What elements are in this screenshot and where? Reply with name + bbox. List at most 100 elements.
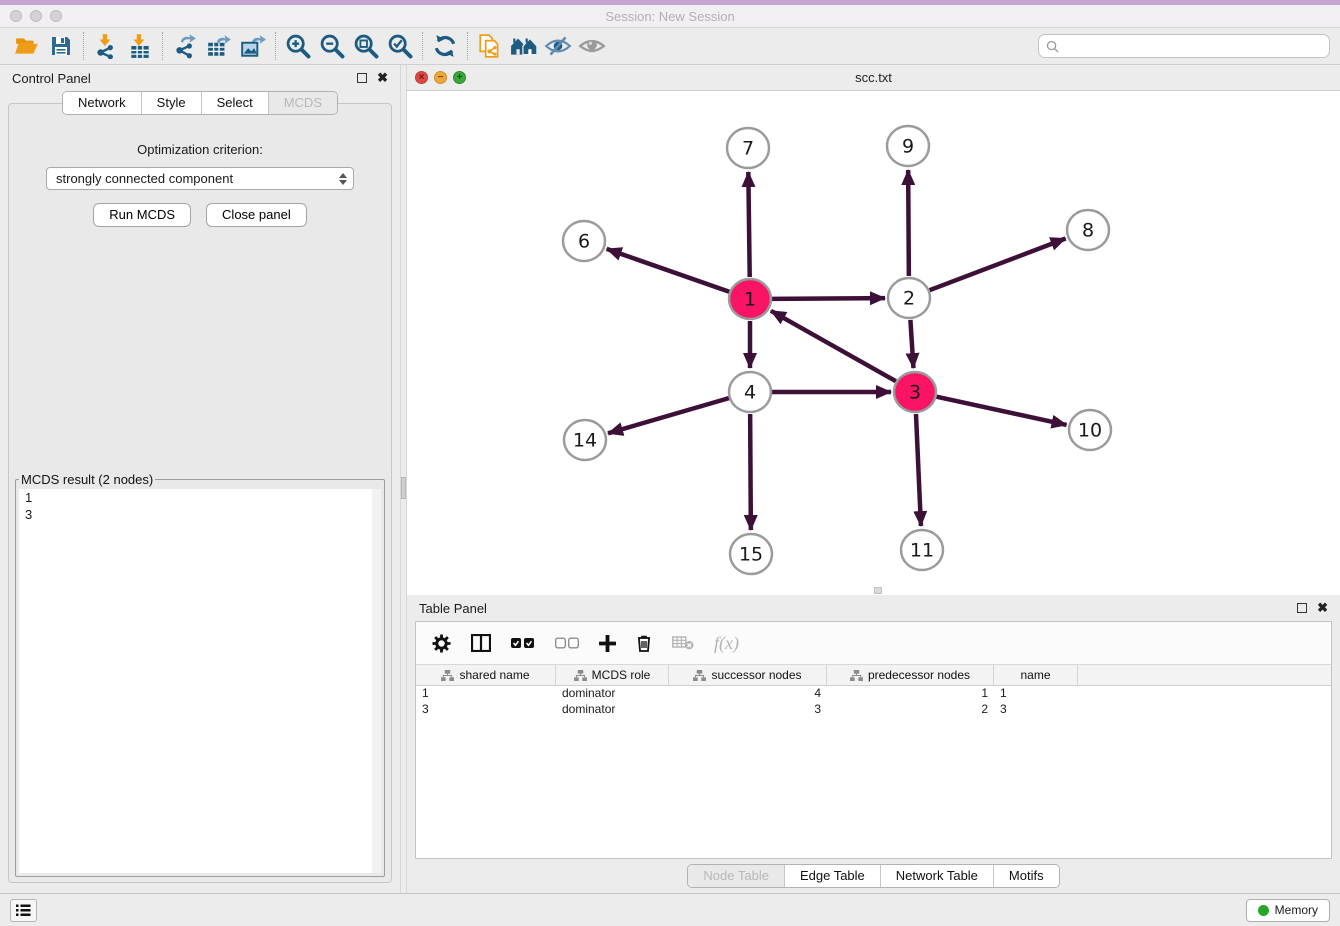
tab-mcds[interactable]: MCDS: [268, 92, 337, 114]
table-row[interactable]: 1dominator411: [416, 686, 1331, 702]
result-item[interactable]: 3: [19, 506, 381, 523]
result-list-scrollbar[interactable]: [372, 489, 381, 873]
export-image-button[interactable]: [236, 31, 270, 61]
graph-edge-2-3[interactable]: [910, 320, 913, 368]
table-cell[interactable]: dominator: [556, 686, 669, 702]
zoom-fit-button[interactable]: [349, 31, 383, 61]
graph-node-14[interactable]: 14: [564, 420, 606, 460]
close-panel-button[interactable]: Close panel: [206, 203, 307, 227]
graph-node-8[interactable]: 8: [1067, 210, 1109, 250]
apply-layout-button[interactable]: [428, 31, 462, 61]
graph-node-2[interactable]: 2: [888, 278, 930, 318]
select-all-columns-button[interactable]: [511, 637, 535, 649]
fit-columns-button[interactable]: [471, 634, 491, 652]
graph-node-3[interactable]: 3: [894, 372, 936, 412]
graph-node-9[interactable]: 9: [887, 126, 929, 166]
import-network-button[interactable]: [89, 31, 123, 61]
save-session-button[interactable]: [44, 31, 78, 61]
run-mcds-button[interactable]: Run MCDS: [93, 203, 191, 227]
graph-edge-1-2[interactable]: [772, 298, 885, 299]
graph-edge-4-14[interactable]: [608, 398, 729, 433]
graph-edge-1-7[interactable]: [748, 172, 749, 277]
graph-edge-3-10[interactable]: [936, 397, 1066, 425]
column-header-label: predecessor nodes: [868, 668, 970, 682]
delete-columns-button[interactable]: [636, 634, 652, 652]
session-title: Session: New Session: [0, 9, 1340, 24]
memory-button[interactable]: Memory: [1246, 899, 1330, 922]
graph-node-10[interactable]: 10: [1069, 410, 1111, 450]
show-graphics-details-button[interactable]: [575, 31, 609, 61]
canvas-resize-handle[interactable]: [874, 587, 882, 594]
export-table-button[interactable]: [202, 31, 236, 61]
graph-edge-2-9[interactable]: [908, 170, 909, 276]
graph-node-6[interactable]: 6: [563, 221, 605, 261]
zoom-in-button[interactable]: [281, 31, 315, 61]
graph-edge-3-11[interactable]: [916, 414, 921, 526]
column-header-mcds-role[interactable]: MCDS role: [556, 665, 669, 685]
criterion-dropdown[interactable]: strongly connected component: [46, 167, 354, 190]
svg-text:6: 6: [578, 231, 590, 253]
network-canvas[interactable]: 1 2 3 4 6 7 8 9 10 11 14 15: [407, 91, 1340, 595]
control-panel-titlebar: Control Panel ✖: [0, 65, 400, 91]
graph-edge-3-1[interactable]: [771, 311, 896, 381]
export-network-button[interactable]: [168, 31, 202, 61]
function-builder-button[interactable]: f(x): [714, 633, 739, 654]
table-cell[interactable]: 1: [416, 686, 556, 702]
search-input[interactable]: [1064, 36, 1322, 56]
table-cell[interactable]: 1: [827, 686, 994, 702]
tab-select[interactable]: Select: [201, 92, 268, 114]
table-cell[interactable]: 3: [994, 702, 1078, 718]
panel-splitter[interactable]: [400, 65, 407, 893]
delete-table-button[interactable]: [672, 636, 694, 650]
tab-network-table[interactable]: Network Table: [880, 865, 993, 887]
table-panel-tabs: Node TableEdge TableNetwork TableMotifs: [687, 864, 1059, 888]
column-header-label: successor nodes: [711, 668, 801, 682]
tab-network[interactable]: Network: [63, 92, 141, 114]
zoom-out-button[interactable]: [315, 31, 349, 61]
table-cell[interactable]: 1: [994, 686, 1078, 702]
graph-node-11[interactable]: 11: [901, 530, 943, 570]
result-item[interactable]: 1: [19, 489, 381, 506]
table-cell[interactable]: 3: [416, 702, 556, 718]
clone-network-button[interactable]: [473, 31, 507, 61]
criterion-dropdown-value: strongly connected component: [56, 171, 339, 186]
tab-edge-table[interactable]: Edge Table: [784, 865, 880, 887]
open-session-button[interactable]: [10, 31, 44, 61]
import-table-button[interactable]: [123, 31, 157, 61]
control-panel-float-button[interactable]: [357, 73, 367, 83]
hide-graphics-details-button[interactable]: [541, 31, 575, 61]
tab-style[interactable]: Style: [141, 92, 201, 114]
column-header-predecessor-nodes[interactable]: predecessor nodes: [827, 665, 994, 685]
table-cell[interactable]: dominator: [556, 702, 669, 718]
tab-motifs[interactable]: Motifs: [993, 865, 1059, 887]
control-panel-close-button[interactable]: ✖: [377, 73, 388, 83]
column-header-successor-nodes[interactable]: successor nodes: [669, 665, 827, 685]
task-history-button[interactable]: [10, 899, 37, 922]
control-panel: Control Panel ✖ NetworkStyleSelectMCDS O…: [0, 65, 400, 893]
column-header-shared-name[interactable]: shared name: [416, 665, 556, 685]
graph-edge-2-8[interactable]: [930, 239, 1066, 291]
table-panel-float-button[interactable]: [1297, 603, 1307, 613]
table-cell[interactable]: 2: [827, 702, 994, 718]
graph-edge-4-15[interactable]: [750, 414, 751, 530]
tab-node-table[interactable]: Node Table: [688, 865, 784, 887]
home-button[interactable]: [507, 31, 541, 61]
column-header-name[interactable]: name: [994, 665, 1078, 685]
graph-node-1[interactable]: 1: [729, 279, 771, 319]
graph-node-7[interactable]: 7: [727, 128, 769, 168]
splitter-handle[interactable]: [401, 477, 406, 499]
table-panel-close-button[interactable]: ✖: [1317, 603, 1328, 613]
add-column-button[interactable]: [599, 635, 616, 652]
graph-node-15[interactable]: 15: [730, 534, 772, 574]
search-field[interactable]: [1038, 34, 1330, 58]
zoom-selected-icon: [386, 32, 414, 60]
table-cell[interactable]: 3: [669, 702, 827, 718]
table-row[interactable]: 3dominator323: [416, 702, 1331, 718]
graph-node-4[interactable]: 4: [729, 372, 771, 412]
column-settings-button[interactable]: [432, 634, 451, 653]
mcds-result-list[interactable]: 13: [19, 489, 381, 873]
zoom-selected-button[interactable]: [383, 31, 417, 61]
table-cell[interactable]: 4: [669, 686, 827, 702]
graph-edge-1-6[interactable]: [607, 249, 730, 292]
deselect-all-columns-button[interactable]: [555, 637, 579, 649]
